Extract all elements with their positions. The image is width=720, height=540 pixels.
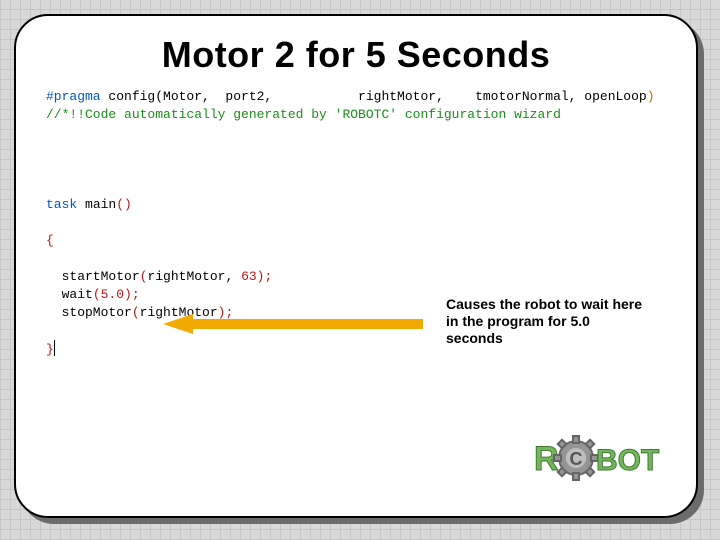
- wait-arg: 5.0: [101, 287, 124, 302]
- line1-end: );: [257, 269, 273, 284]
- gear-letter: C: [570, 449, 583, 469]
- paren-open-3: (: [132, 305, 140, 320]
- startmotor-arg1: rightMotor,: [147, 269, 241, 284]
- task-keyword: task: [46, 197, 77, 212]
- stopmotor-arg: rightMotor: [140, 305, 218, 320]
- open-brace: {: [46, 233, 54, 248]
- line2-end: );: [124, 287, 140, 302]
- logo-right-text: BOT: [596, 444, 659, 477]
- pragma-close: ): [647, 89, 655, 104]
- callout-text: Causes the robot to wait here in the pro…: [446, 296, 646, 347]
- startmotor-arg2: 63: [241, 269, 257, 284]
- pragma-args: config(Motor, port2, rightMotor, tmotorN…: [101, 89, 647, 104]
- robotc-logo: R C BOT: [532, 426, 662, 486]
- pragma-keyword: #pragma: [46, 89, 101, 104]
- gear-icon: C: [554, 436, 598, 480]
- content-card: Motor 2 for 5 Seconds #pragma config(Mot…: [14, 14, 698, 518]
- wait-call: wait: [46, 287, 93, 302]
- line3-end: );: [218, 305, 234, 320]
- startmotor-call: startMotor: [46, 269, 140, 284]
- close-brace: }: [46, 342, 54, 357]
- page-title: Motor 2 for 5 Seconds: [16, 34, 696, 76]
- stopmotor-call: stopMotor: [46, 305, 132, 320]
- paren-open-2: (: [93, 287, 101, 302]
- task-parens: (): [116, 197, 132, 212]
- generated-comment: //*!!Code automatically generated by 'RO…: [46, 107, 561, 122]
- task-name: main: [77, 197, 116, 212]
- slide-background: Motor 2 for 5 Seconds #pragma config(Mot…: [0, 0, 720, 540]
- text-cursor: [54, 340, 55, 356]
